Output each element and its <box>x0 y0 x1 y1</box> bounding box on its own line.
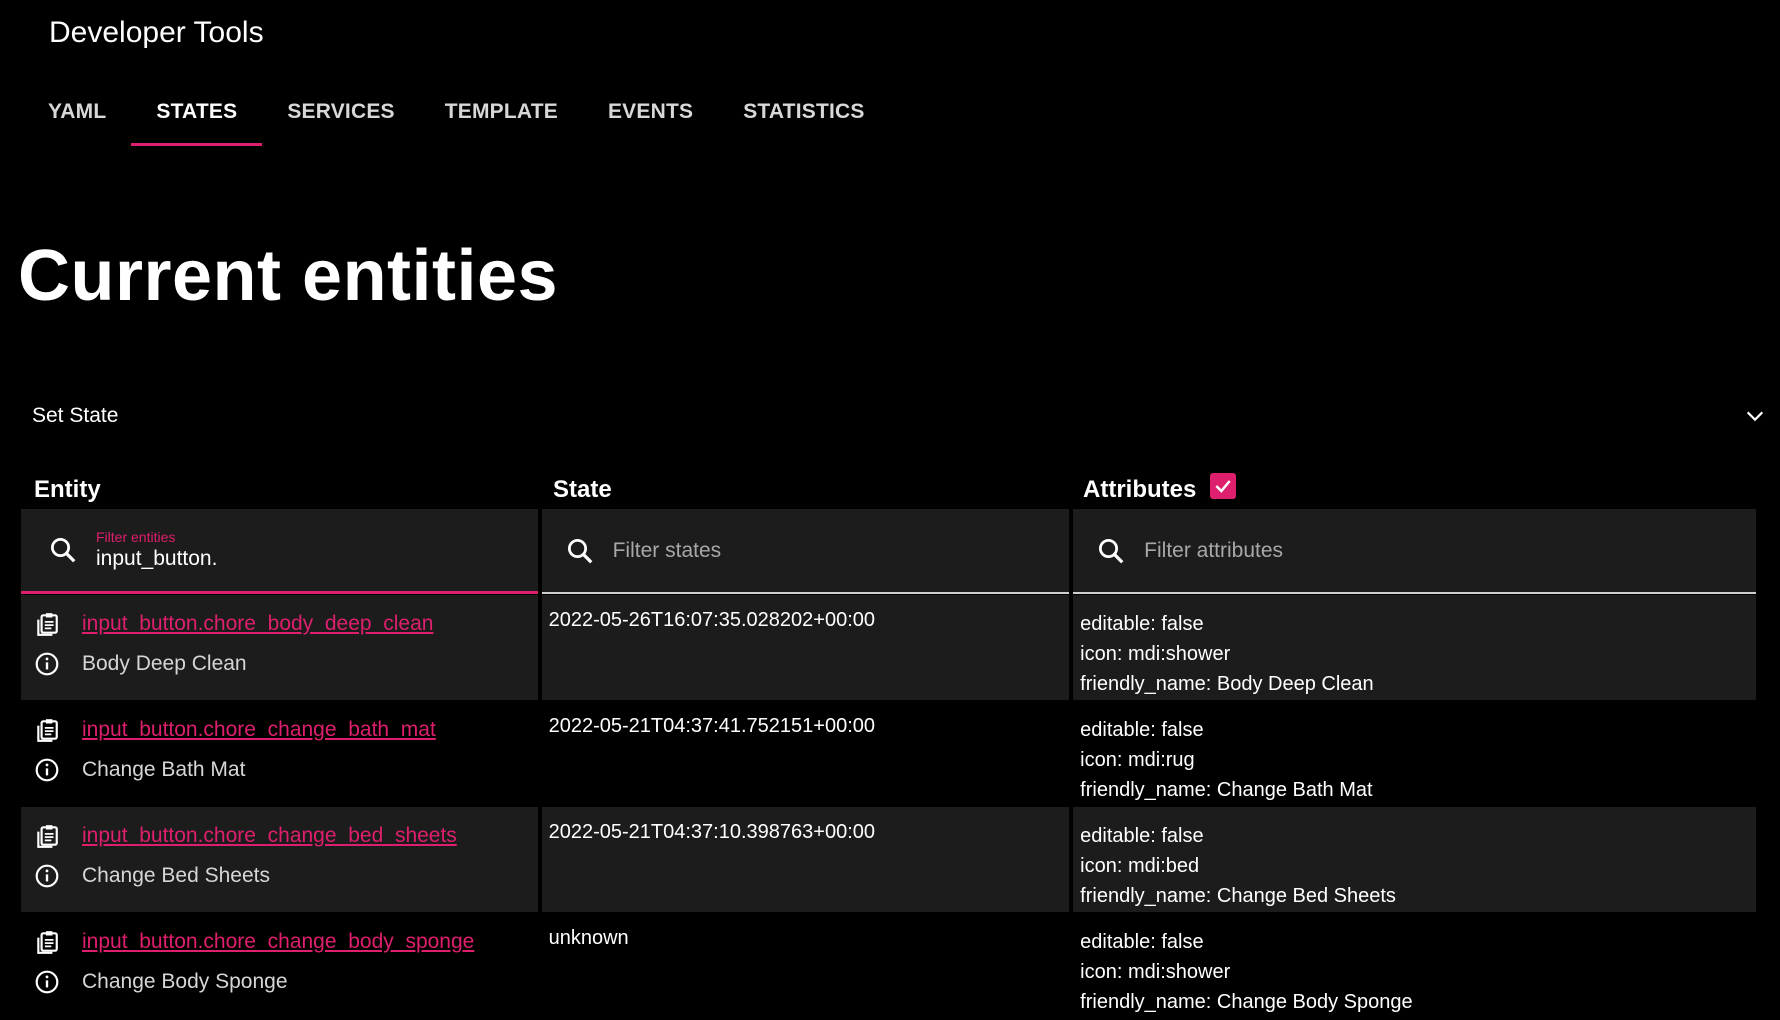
entity-friendly-name: Change Body Sponge <box>82 970 288 993</box>
page-title: Current entities <box>18 236 559 316</box>
state-cell: 2022-05-21T04:37:41.752151+00:00 <box>541 701 1070 806</box>
filter-states-input[interactable]: Filter states <box>613 539 722 563</box>
attribute-line: friendly_name: Change Body Sponge <box>1080 991 1413 1013</box>
filter-row: Filter entities Filter states Filter att… <box>21 509 1757 594</box>
clipboard-icon[interactable] <box>34 611 60 637</box>
tab-services[interactable]: SERVICES <box>262 88 419 148</box>
filter-entities-input[interactable] <box>96 547 456 571</box>
table-row: input_button.chore_change_bed_sheets Cha… <box>21 807 1757 912</box>
entity-friendly-name: Change Bed Sheets <box>82 864 270 887</box>
app: Developer Tools YAML STATES SERVICES TEM… <box>0 0 1780 1020</box>
attribute-line: icon: mdi:shower <box>1080 961 1231 983</box>
attribute-line: editable: false <box>1080 931 1204 953</box>
entity-cell: input_button.chore_change_body_sponge Ch… <box>21 913 538 1018</box>
entities-table: Entity State Attributes Filter entities <box>21 470 1757 1018</box>
entity-friendly-name: Change Bath Mat <box>82 758 246 781</box>
filter-attributes-field[interactable]: Filter attributes <box>1073 509 1757 594</box>
attribute-line: friendly_name: Change Bath Mat <box>1080 779 1373 801</box>
tab-yaml[interactable]: YAML <box>23 88 131 148</box>
header-attributes-label: Attributes <box>1083 476 1197 503</box>
table-row: input_button.chore_change_bath_mat Chang… <box>21 701 1757 806</box>
tab-states[interactable]: STATES <box>131 88 263 148</box>
chevron-down-icon[interactable] <box>1744 405 1766 427</box>
tab-template[interactable]: TEMPLATE <box>420 88 583 148</box>
state-value: 2022-05-21T04:37:41.752151+00:00 <box>548 715 876 737</box>
attributes-cell: editable: false icon: mdi:bed friendly_n… <box>1073 807 1757 912</box>
attribute-line: editable: false <box>1080 613 1204 635</box>
attribute-line: editable: false <box>1080 719 1204 741</box>
set-state-label: Set State <box>32 404 119 427</box>
info-icon[interactable] <box>34 757 60 783</box>
attribute-line: friendly_name: Body Deep Clean <box>1080 673 1374 695</box>
clipboard-icon[interactable] <box>34 717 60 743</box>
entity-id-link[interactable]: input_button.chore_change_body_sponge <box>82 930 474 954</box>
state-value: 2022-05-21T04:37:10.398763+00:00 <box>548 821 876 843</box>
filter-states-field[interactable]: Filter states <box>541 509 1070 594</box>
clipboard-icon[interactable] <box>34 929 60 955</box>
header-attributes: Attributes <box>1070 473 1756 508</box>
state-cell: unknown <box>541 913 1070 1018</box>
state-value: 2022-05-26T16:07:35.028202+00:00 <box>548 609 876 631</box>
app-title: Developer Tools <box>49 16 264 49</box>
filter-attributes-input[interactable]: Filter attributes <box>1144 539 1283 563</box>
info-icon[interactable] <box>34 969 60 995</box>
entity-id-link[interactable]: input_button.chore_body_deep_clean <box>82 612 433 636</box>
attribute-line: friendly_name: Change Bed Sheets <box>1080 885 1396 907</box>
tab-events[interactable]: EVENTS <box>583 88 718 148</box>
attribute-line: icon: mdi:bed <box>1080 855 1200 877</box>
attributes-checkbox[interactable] <box>1210 473 1237 499</box>
entity-friendly-name: Body Deep Clean <box>82 652 247 675</box>
header-entity: Entity <box>34 476 101 503</box>
entity-cell: input_button.chore_body_deep_clean Body … <box>21 595 538 700</box>
tab-bar: YAML STATES SERVICES TEMPLATE EVENTS STA… <box>23 88 890 148</box>
clipboard-icon[interactable] <box>34 823 60 849</box>
attributes-cell: editable: false icon: mdi:rug friendly_n… <box>1073 701 1757 806</box>
attribute-line: icon: mdi:rug <box>1080 749 1195 771</box>
entity-id-link[interactable]: input_button.chore_change_bath_mat <box>82 718 436 742</box>
state-cell: 2022-05-26T16:07:35.028202+00:00 <box>541 595 1070 700</box>
attribute-line: editable: false <box>1080 825 1204 847</box>
table-row: input_button.chore_change_body_sponge Ch… <box>21 913 1757 1018</box>
info-icon[interactable] <box>34 863 60 889</box>
checkmark-icon <box>1215 480 1231 493</box>
attributes-cell: editable: false icon: mdi:shower friendl… <box>1073 913 1757 1018</box>
entity-id-link[interactable]: input_button.chore_change_bed_sheets <box>82 824 457 848</box>
attributes-cell: editable: false icon: mdi:shower friendl… <box>1073 595 1757 700</box>
filter-entities-label: Filter entities <box>96 529 176 545</box>
state-value: unknown <box>548 927 629 949</box>
filter-entities-field[interactable]: Filter entities <box>21 509 538 594</box>
search-icon <box>51 538 76 563</box>
entity-cell: input_button.chore_change_bed_sheets Cha… <box>21 807 538 912</box>
state-cell: 2022-05-21T04:37:10.398763+00:00 <box>541 807 1070 912</box>
search-icon <box>1099 538 1124 563</box>
table-row: input_button.chore_body_deep_clean Body … <box>21 595 1757 700</box>
header-state: State <box>553 476 612 503</box>
attribute-line: icon: mdi:shower <box>1080 643 1231 665</box>
tab-statistics[interactable]: STATISTICS <box>718 88 889 148</box>
info-icon[interactable] <box>34 651 60 677</box>
table-header-row: Entity State Attributes <box>21 470 1756 508</box>
set-state-expander[interactable]: Set State <box>32 400 1770 432</box>
entity-cell: input_button.chore_change_bath_mat Chang… <box>21 701 538 806</box>
search-icon <box>567 538 593 563</box>
